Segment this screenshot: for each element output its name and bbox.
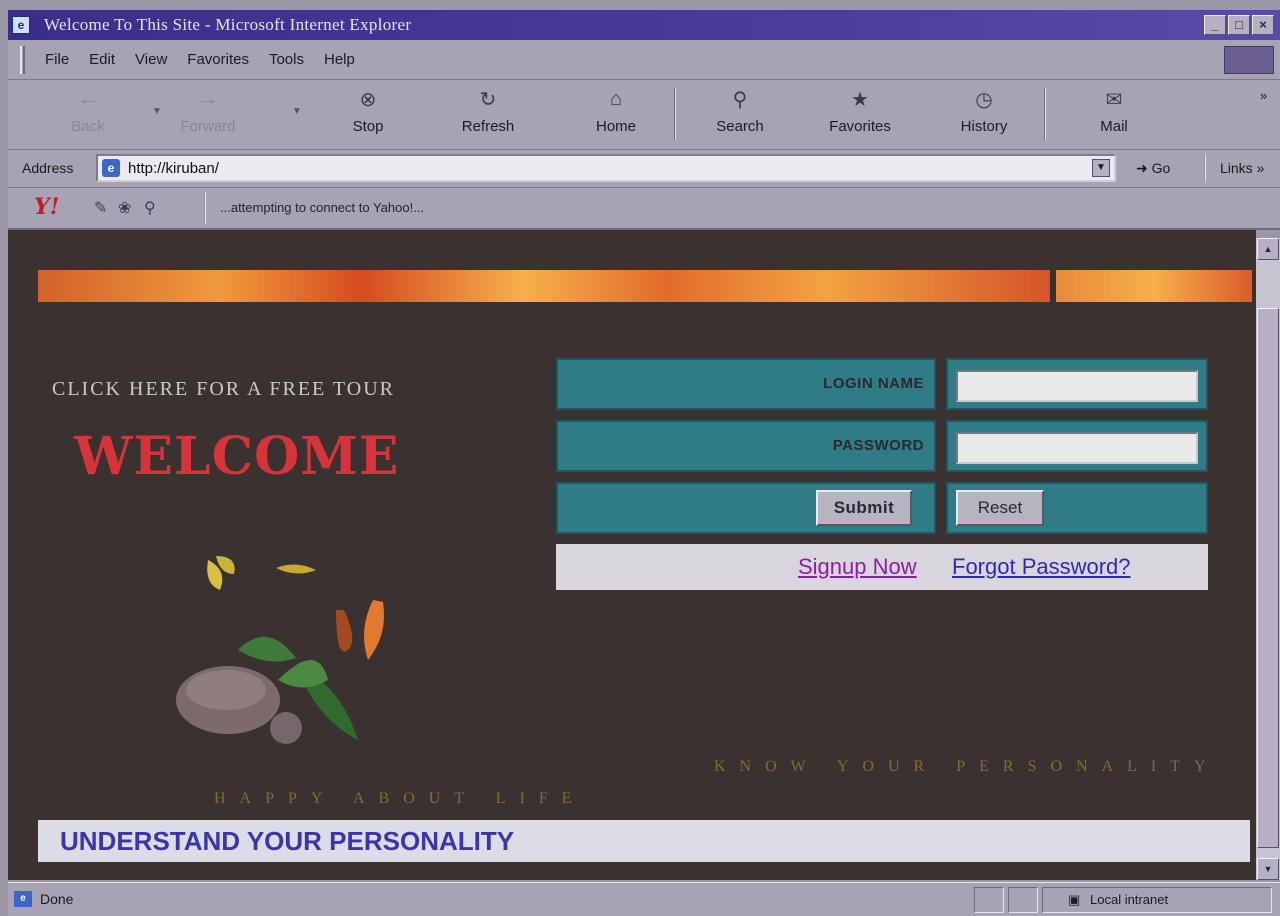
menu-edit[interactable]: Edit: [89, 51, 115, 68]
personality-banner: UNDERSTAND YOUR PERSONALITY: [38, 820, 1250, 862]
history-icon: ◷: [975, 88, 993, 111]
signup-link[interactable]: Signup Now: [798, 554, 917, 580]
scroll-up-icon[interactable]: ▲: [1257, 238, 1279, 260]
refresh-label: Refresh: [461, 118, 515, 135]
stop-button[interactable]: ⊗ Stop: [328, 86, 408, 144]
status-pane: [1008, 887, 1038, 913]
login-name-input[interactable]: [956, 370, 1198, 402]
password-label: PASSWORD: [556, 420, 936, 472]
personality-banner-text: UNDERSTAND YOUR PERSONALITY: [60, 826, 515, 856]
home-button[interactable]: ⌂ Home: [576, 86, 656, 144]
ie-icon: e: [12, 16, 30, 34]
forward-dropdown-icon[interactable]: ▼: [292, 106, 302, 117]
forward-label: Forward: [180, 118, 236, 135]
close-button[interactable]: ×: [1252, 15, 1274, 35]
windows-logo-icon: [1224, 46, 1274, 74]
yahoo-status: ...attempting to connect to Yahoo!...: [204, 192, 1254, 224]
menu-help[interactable]: Help: [324, 51, 355, 68]
refresh-button[interactable]: ↻ Refresh: [448, 86, 528, 144]
standard-toolbar: ← Back ▼ → Forward ▼ ⊗ Stop ↻ Refresh ⌂ …: [8, 80, 1280, 150]
zone-label: Local intranet: [1090, 892, 1169, 907]
menu-favorites[interactable]: Favorites: [187, 51, 249, 68]
yahoo-toolbar: Y! ✎ ❀ ⚲ ...attempting to connect to Yah…: [8, 188, 1280, 230]
mail-label: Mail: [1100, 118, 1128, 135]
account-links-bar: Signup Now Forgot Password?: [556, 544, 1208, 590]
status-bar: e Done ▣ Local intranet: [8, 882, 1280, 916]
address-label: Address: [22, 160, 74, 176]
page-viewport: CLICK HERE FOR A FREE TOUR WELCOME LOGIN…: [8, 230, 1256, 880]
pencil-icon[interactable]: ✎: [94, 198, 107, 218]
page-done-icon: e: [14, 891, 32, 907]
back-button[interactable]: ← Back: [48, 86, 128, 144]
history-button[interactable]: ◷ History: [944, 86, 1024, 144]
go-label: Go: [1151, 160, 1171, 176]
free-tour-link[interactable]: CLICK HERE FOR A FREE TOUR: [52, 378, 395, 401]
forgot-password-link[interactable]: Forgot Password?: [952, 554, 1131, 580]
go-button[interactable]: ➜ Go: [1136, 160, 1170, 177]
search-icon: ⚲: [732, 88, 748, 111]
stop-icon: ⊗: [359, 88, 377, 111]
reset-button[interactable]: Reset: [956, 490, 1044, 526]
maximize-button[interactable]: □: [1228, 15, 1250, 35]
flower-icon[interactable]: ❀: [118, 198, 131, 218]
search-label: Search: [716, 118, 764, 135]
page-icon: e: [102, 159, 120, 177]
links-button[interactable]: Links »: [1204, 154, 1280, 182]
toolbar-separator: [674, 88, 676, 140]
submit-cell: Submit: [556, 482, 936, 534]
menu-file[interactable]: File: [45, 51, 69, 68]
stop-label: Stop: [352, 118, 384, 135]
menu-tools[interactable]: Tools: [269, 51, 304, 68]
flower-rock-image: [176, 556, 384, 744]
menu-grip[interactable]: [20, 45, 25, 74]
login-name-cell: [946, 358, 1208, 410]
flame-banner-right: [1056, 270, 1252, 302]
menu-bar: File Edit View Favorites Tools Help: [8, 40, 1280, 80]
magnifier-icon[interactable]: ⚲: [144, 198, 156, 218]
password-input[interactable]: [956, 432, 1198, 464]
vertical-scrollbar[interactable]: ▲ ▼: [1256, 238, 1280, 880]
scroll-thumb[interactable]: [1257, 308, 1279, 848]
status-text: Done: [40, 891, 74, 907]
window-controls: _ □ ×: [1204, 15, 1274, 35]
address-dropdown-icon[interactable]: ▼: [1092, 159, 1110, 177]
yahoo-logo[interactable]: Y!: [34, 194, 59, 220]
submit-button[interactable]: Submit: [816, 490, 912, 526]
address-bar: Address e http://kiruban/ ▼ ➜ Go Links »: [8, 150, 1280, 188]
address-input[interactable]: e http://kiruban/ ▼: [96, 154, 1116, 182]
welcome-heading: WELCOME: [74, 426, 400, 487]
reset-cell: Reset: [946, 482, 1208, 534]
mail-icon: ✉: [1105, 88, 1123, 111]
minimize-button[interactable]: _: [1204, 15, 1226, 35]
search-button[interactable]: ⚲ Search: [700, 86, 780, 144]
history-label: History: [960, 118, 1008, 135]
zone-icon: ▣: [1068, 892, 1081, 907]
toolbar-more-chevron-icon[interactable]: »: [1260, 88, 1267, 103]
password-cell: [946, 420, 1208, 472]
forward-button[interactable]: → Forward: [168, 86, 248, 144]
faint-tagline-left: HAPPY ABOUT LIFE: [214, 790, 586, 807]
address-url: http://kiruban/: [128, 159, 219, 177]
menu-view[interactable]: View: [135, 51, 167, 68]
status-pane: [974, 887, 1004, 913]
home-label: Home: [595, 118, 636, 135]
scroll-down-icon[interactable]: ▼: [1257, 858, 1279, 880]
back-dropdown-icon[interactable]: ▼: [152, 106, 162, 117]
favorites-label: Favorites: [829, 118, 891, 135]
forward-arrow-icon: →: [198, 87, 218, 110]
back-arrow-icon: ←: [78, 87, 98, 110]
login-name-label: LOGIN NAME: [556, 358, 936, 410]
flame-banner: [38, 270, 1050, 302]
window-title: Welcome To This Site - Microsoft Interne…: [44, 15, 412, 34]
favorites-icon: ★: [851, 88, 869, 111]
home-icon: ⌂: [609, 87, 623, 110]
title-bar: e Welcome To This Site - Microsoft Inter…: [8, 10, 1280, 40]
toolbar-separator: [1044, 88, 1046, 140]
favorites-button[interactable]: ★ Favorites: [820, 86, 900, 144]
back-label: Back: [71, 118, 105, 135]
refresh-icon: ↻: [479, 88, 497, 111]
mail-button[interactable]: ✉ Mail: [1074, 86, 1154, 144]
faint-tagline-right: KNOW YOUR PERSONALITY: [714, 758, 1220, 775]
